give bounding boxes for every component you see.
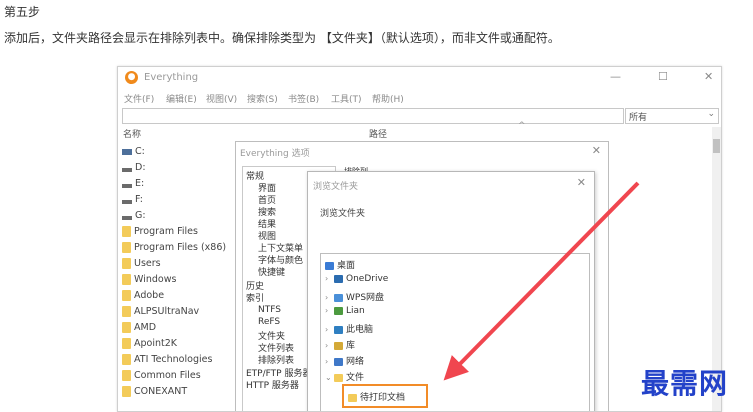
desktop-icon (325, 261, 334, 270)
folder-icon (122, 306, 131, 317)
scrollbar-thumb[interactable] (713, 139, 720, 153)
drive-icon (122, 167, 132, 172)
folder-icon (122, 354, 131, 365)
chevron-right-icon[interactable]: › (325, 274, 334, 283)
list-item[interactable]: Program Files (122, 226, 198, 241)
filter-select[interactable]: 所有 ⌄ (625, 108, 719, 124)
chevron-right-icon[interactable]: › (325, 306, 334, 315)
tree-node-network[interactable]: › 网络 (325, 354, 364, 367)
tree-node-desktop[interactable]: 桌面 (325, 258, 355, 271)
chevron-right-icon[interactable]: › (325, 325, 334, 334)
maximize-icon[interactable]: ☐ (658, 70, 668, 83)
list-item[interactable]: CONEXANT (122, 386, 187, 401)
tree-node-library[interactable]: › 库 (325, 338, 355, 351)
tree-node-user[interactable]: › Lian (325, 306, 365, 316)
menu-search[interactable]: 搜索(S) (247, 92, 278, 105)
screenshot-frame: ● Everything — ☐ ✕ 文件(F) 编辑(E) 视图(V) 搜索(… (117, 66, 722, 412)
list-item[interactable]: Adobe (122, 290, 164, 305)
menu-file[interactable]: 文件(F) (124, 92, 154, 105)
folder-icon (122, 258, 131, 269)
filter-value: 所有 (629, 113, 648, 123)
list-item[interactable]: G: (122, 210, 146, 225)
close-icon[interactable]: ✕ (592, 144, 601, 157)
chevron-right-icon[interactable]: › (325, 341, 334, 350)
selected-folder-highlight[interactable]: 待打印文档 (342, 384, 428, 408)
tree-item[interactable]: 排除列表 (258, 353, 294, 366)
column-header-name[interactable]: 名称 (123, 127, 141, 140)
system-drive-icon (122, 148, 132, 155)
tree-node-files[interactable]: ⌄ 文件 (325, 370, 364, 383)
chevron-right-icon[interactable]: › (325, 293, 334, 302)
step-heading: 第五步 (4, 5, 41, 19)
menu-view[interactable]: 视图(V) (206, 92, 237, 105)
tree-node-print-docs[interactable]: 待打印文档 (348, 390, 405, 403)
column-header-path[interactable]: 路径 (369, 127, 387, 140)
folder-icon (122, 290, 131, 301)
folder-icon (122, 386, 131, 397)
folder-icon (122, 226, 131, 237)
browse-folder-dialog: 浏览文件夹 ✕ 浏览文件夹 桌面 › OneDrive › WPS网盘 › Lian … (307, 171, 595, 411)
drive-icon (122, 215, 132, 220)
list-item[interactable]: F: (122, 194, 143, 209)
tree-item[interactable]: ReFS (258, 317, 280, 327)
browse-dialog-title: 浏览文件夹 (313, 182, 359, 192)
menu-edit[interactable]: 编辑(E) (166, 92, 197, 105)
list-item[interactable]: ALPSUltraNav (122, 306, 199, 321)
close-icon[interactable]: ✕ (577, 176, 586, 189)
list-item[interactable]: D: (122, 162, 146, 177)
wps-cloud-icon (334, 293, 343, 302)
list-item[interactable]: Apoint2K (122, 338, 177, 353)
list-item[interactable]: Common Files (122, 370, 201, 385)
folder-icon (348, 393, 357, 402)
menu-tools[interactable]: 工具(T) (331, 92, 362, 105)
network-icon (334, 357, 343, 366)
tree-item[interactable]: NTFS (258, 305, 281, 315)
chevron-right-icon[interactable]: › (325, 357, 334, 366)
watermark-logo: 最需网 (641, 367, 729, 400)
folder-icon (122, 274, 131, 285)
minimize-icon[interactable]: — (610, 70, 621, 83)
everything-app-icon: ● (125, 71, 138, 84)
folder-icon (122, 322, 131, 333)
chevron-down-icon[interactable]: ⌄ (325, 373, 334, 382)
menu-help[interactable]: 帮助(H) (372, 92, 404, 105)
folder-icon (122, 242, 131, 253)
browse-dialog-label: 浏览文件夹 (320, 209, 366, 219)
list-item[interactable]: Users (122, 258, 161, 273)
onedrive-icon (334, 274, 343, 283)
drive-icon (122, 199, 132, 204)
list-item[interactable]: Program Files (x86) (122, 242, 226, 257)
list-item[interactable]: ATI Technologies (122, 354, 212, 369)
folder-icon (334, 373, 343, 382)
tree-item[interactable]: 索引 (246, 291, 264, 304)
menu-bar: 文件(F) 编辑(E) 视图(V) 搜索(S) 书签(B) 工具(T) 帮助(H… (118, 90, 721, 106)
folder-icon (122, 370, 131, 381)
user-icon (334, 306, 343, 315)
drive-icon (122, 183, 132, 188)
computer-icon (334, 325, 343, 334)
window-title: Everything (144, 72, 199, 83)
menu-bookmarks[interactable]: 书签(B) (288, 92, 319, 105)
folder-tree: 桌面 › OneDrive › WPS网盘 › Lian › 此电脑 › 库 › 网络 ⌄ 文… (320, 253, 590, 411)
list-item[interactable]: C: (122, 146, 145, 161)
step-description: 添加后，文件夹路径会显示在排除列表中。确保排除类型为 【文件夹】（默认选项），而… (4, 31, 560, 45)
tree-node-this-pc[interactable]: › 此电脑 (325, 322, 373, 335)
list-item[interactable]: E: (122, 178, 144, 193)
search-input[interactable] (122, 108, 624, 124)
sort-caret-icon: ^ (518, 121, 526, 131)
tree-node-wps-cloud[interactable]: › WPS网盘 (325, 290, 384, 303)
tree-item[interactable]: 快捷键 (258, 265, 285, 278)
tree-item[interactable]: HTTP 服务器 (246, 378, 299, 391)
tree-node-onedrive[interactable]: › OneDrive (325, 274, 388, 284)
list-item[interactable]: Windows (122, 274, 176, 289)
options-dialog-title: Everything 选项 (240, 149, 310, 159)
title-bar: ● Everything — ☐ ✕ (118, 67, 721, 89)
library-icon (334, 341, 343, 350)
list-item[interactable]: AMD (122, 322, 156, 337)
close-icon[interactable]: ✕ (704, 70, 713, 83)
chevron-down-icon: ⌄ (707, 109, 715, 119)
folder-icon (122, 338, 131, 349)
